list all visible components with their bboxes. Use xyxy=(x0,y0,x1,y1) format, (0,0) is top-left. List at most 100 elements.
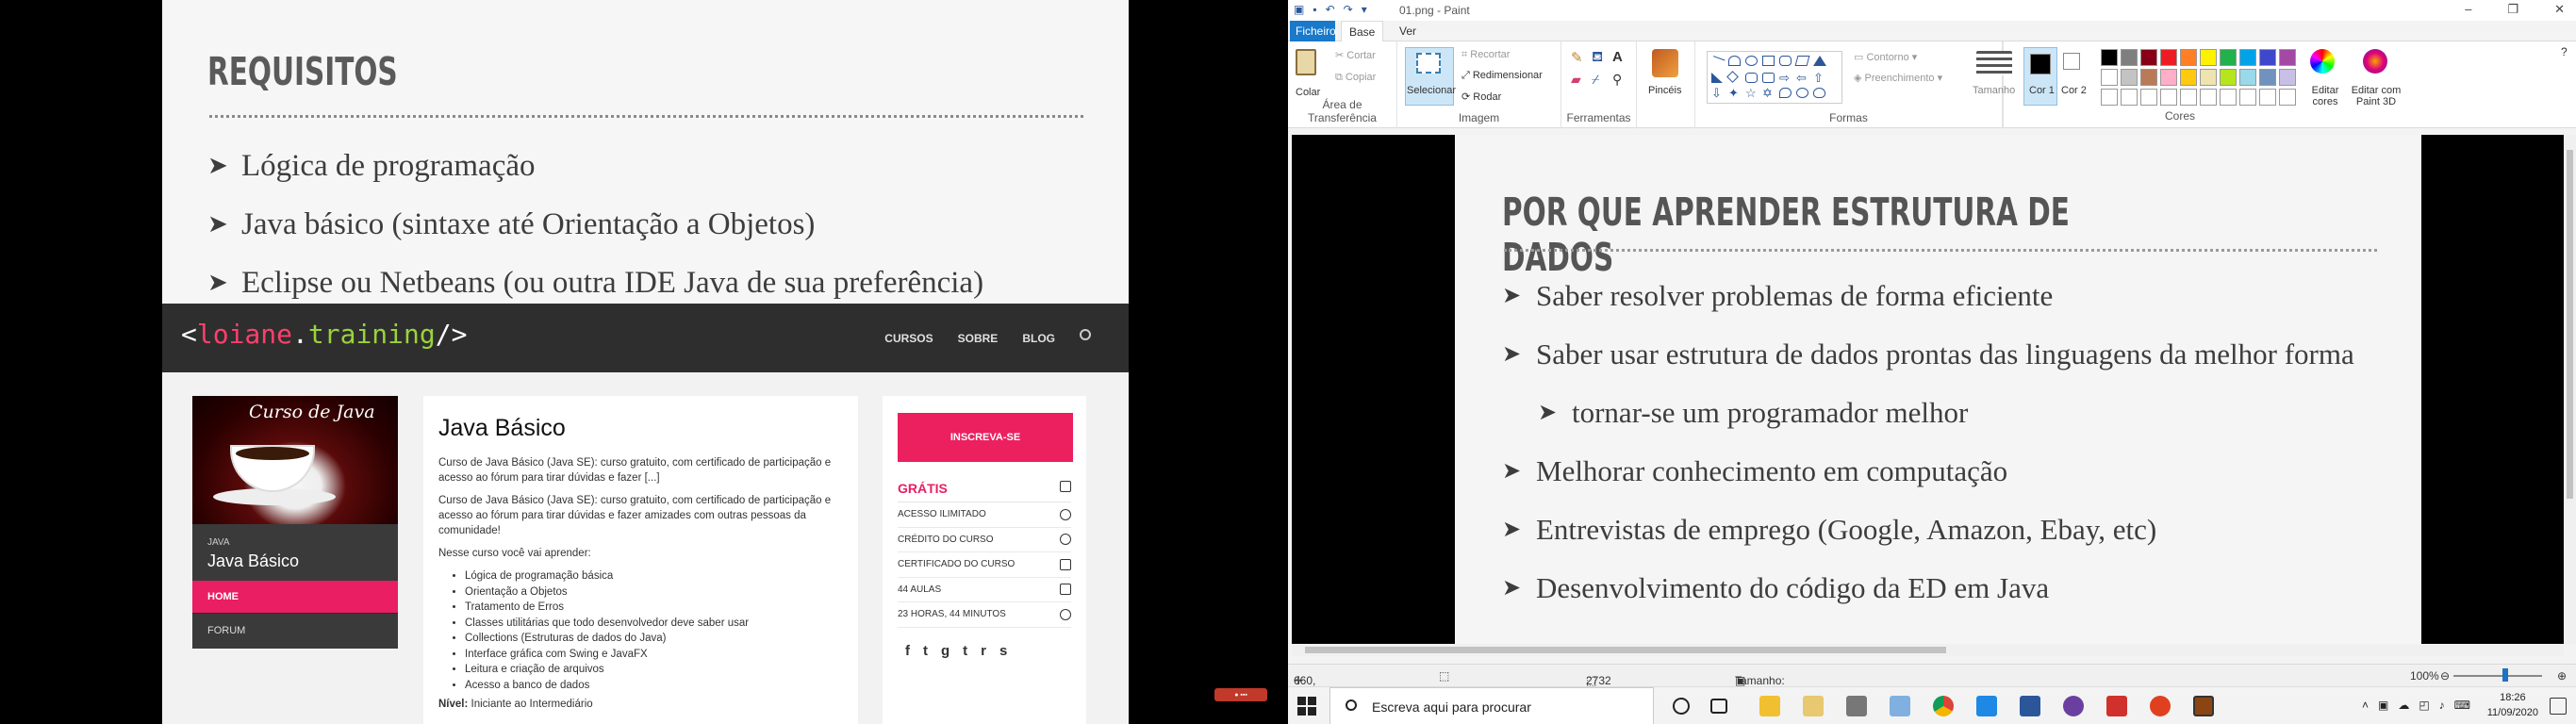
palette-swatch[interactable] xyxy=(2140,49,2157,66)
fill-button[interactable]: ◈ Preenchimento ▾ xyxy=(1854,72,1942,84)
palette-swatch[interactable] xyxy=(2239,49,2256,66)
nav-link-sobre[interactable]: SOBRE xyxy=(958,332,999,345)
nav-link-blog[interactable]: BLOG xyxy=(1022,332,1055,345)
magnifier-icon[interactable]: ⚲ xyxy=(1612,72,1622,88)
tab-view[interactable]: Ver xyxy=(1399,25,1416,38)
undo-icon[interactable]: ↶ xyxy=(1326,3,1335,16)
palette-swatch[interactable] xyxy=(2101,69,2118,86)
tray-app-icon[interactable]: ▣ xyxy=(2378,699,2388,712)
subscribe-button[interactable]: INSCREVA-SE xyxy=(898,413,1073,462)
palette-swatch[interactable] xyxy=(2101,89,2118,106)
notepad-icon[interactable] xyxy=(1803,696,1824,716)
pencil-icon[interactable]: ✎ xyxy=(1571,49,1583,66)
scroll-thumb[interactable] xyxy=(2567,150,2573,499)
tumblr-icon[interactable]: t xyxy=(963,643,967,659)
volume-icon[interactable]: ♪ xyxy=(2439,699,2445,712)
right-triangle-shape-icon[interactable] xyxy=(1711,73,1723,83)
palette-swatch[interactable] xyxy=(2279,49,2296,66)
callout-shape-icon[interactable] xyxy=(1779,88,1792,98)
palette-swatch[interactable] xyxy=(2140,89,2157,106)
site-logo[interactable]: <loiane.training/> xyxy=(181,319,467,350)
paint-taskbar-icon[interactable] xyxy=(2193,696,2214,716)
task-view-icon[interactable] xyxy=(1710,699,1727,714)
crop-button[interactable]: ⌗ Recortar xyxy=(1461,49,1510,61)
zoom-out-icon[interactable]: ⊖ xyxy=(2440,669,2450,683)
palette-swatch[interactable] xyxy=(2239,89,2256,106)
google-plus-icon[interactable]: g xyxy=(941,643,949,659)
windows-start-icon[interactable] xyxy=(1297,697,1316,716)
pentagon-shape-icon[interactable] xyxy=(1745,73,1758,83)
palette-swatch[interactable] xyxy=(2239,69,2256,86)
taskbar-clock[interactable]: 18:26 11/09/2020 xyxy=(2487,690,2538,720)
resize-button[interactable]: ⤢ Redimensionar xyxy=(1461,70,1543,82)
redo-icon[interactable]: ↷ xyxy=(1344,3,1353,16)
palette-swatch[interactable] xyxy=(2180,69,2197,86)
arrow-down-shape-icon[interactable]: ⇩ xyxy=(1711,87,1724,99)
onedrive-icon[interactable]: ☁ xyxy=(2398,699,2409,712)
arrow-right-shape-icon[interactable]: ⇨ xyxy=(1779,72,1792,84)
cortana-icon[interactable] xyxy=(1673,698,1690,715)
shapes-gallery[interactable]: ⇨ ⇦ ⇧ ⇩ ✦ ☆ ✡ xyxy=(1707,51,1842,104)
calculator-icon[interactable] xyxy=(1846,696,1867,716)
sidebar-item-forum[interactable]: FORUM xyxy=(192,613,398,645)
maximize-icon[interactable]: ❐ xyxy=(2507,2,2518,17)
drawing-canvas[interactable]: POR QUE APRENDER ESTRUTURA DE DADOS ➤ Sab… xyxy=(1292,135,2564,644)
diamond-shape-icon[interactable] xyxy=(1726,71,1739,83)
vscode-icon[interactable] xyxy=(1976,696,1997,716)
palette-swatch[interactable] xyxy=(2140,69,2157,86)
palette-swatch[interactable] xyxy=(2121,89,2138,106)
palette-swatch[interactable] xyxy=(2200,89,2217,106)
five-point-star-icon[interactable]: ☆ xyxy=(1745,87,1758,99)
cut-button[interactable]: ✂ Cortar xyxy=(1335,49,1376,61)
palette-swatch[interactable] xyxy=(2200,49,2217,66)
minimize-icon[interactable]: – xyxy=(2465,2,2471,17)
palette-swatch[interactable] xyxy=(2220,89,2237,106)
six-point-star-icon[interactable]: ✡ xyxy=(1762,87,1775,99)
rotate-button[interactable]: ⟳ Rodar xyxy=(1461,90,1501,103)
cloud-callout-shape-icon[interactable] xyxy=(1813,88,1825,98)
palette-swatch[interactable] xyxy=(2121,49,2138,66)
palette-swatch[interactable] xyxy=(2279,89,2296,106)
scroll-thumb[interactable] xyxy=(1305,647,1946,653)
reddit-icon[interactable]: r xyxy=(981,643,986,659)
recorder-icon[interactable] xyxy=(2150,696,2171,716)
sidebar-item-home[interactable]: HOME xyxy=(192,581,398,613)
snipping-tool-icon[interactable] xyxy=(1890,696,1910,716)
facebook-icon[interactable]: f xyxy=(905,643,910,659)
customize-icon[interactable]: ▾ xyxy=(1362,3,1367,16)
notifications-icon[interactable] xyxy=(2550,698,2567,715)
palette-swatch[interactable] xyxy=(2180,89,2197,106)
color-picker-icon[interactable]: ⌿ xyxy=(1592,72,1599,88)
horizontal-scrollbar[interactable] xyxy=(1292,644,2564,656)
palette-swatch[interactable] xyxy=(2180,49,2197,66)
keyboard-icon[interactable]: ⌨ xyxy=(2454,699,2470,712)
chrome-icon[interactable] xyxy=(1933,696,1954,716)
close-icon[interactable]: ✕ xyxy=(2554,2,2565,17)
paste-button[interactable]: Colar xyxy=(1296,87,1320,98)
palette-swatch[interactable] xyxy=(2101,49,2118,66)
tray-chevron-icon[interactable]: ˄ xyxy=(2362,699,2369,712)
palette-swatch[interactable] xyxy=(2160,49,2177,66)
oval-shape-icon[interactable] xyxy=(1745,56,1758,66)
help-icon[interactable]: ? xyxy=(2561,45,2568,58)
hexagon-shape-icon[interactable] xyxy=(1762,73,1775,83)
rounded-rectangle-shape-icon[interactable] xyxy=(1779,56,1792,66)
triangle-shape-icon[interactable] xyxy=(1813,56,1826,66)
outline-button[interactable]: ▭ Contorno ▾ xyxy=(1854,51,1917,63)
share-icon[interactable]: s xyxy=(999,643,1007,659)
arrow-left-shape-icon[interactable]: ⇦ xyxy=(1796,72,1808,84)
curve-shape-icon[interactable] xyxy=(1728,56,1741,66)
four-point-star-icon[interactable]: ✦ xyxy=(1728,87,1741,99)
zoom-slider-thumb[interactable] xyxy=(2502,668,2508,682)
twitter-icon[interactable]: t xyxy=(923,643,928,659)
obs-icon[interactable] xyxy=(2063,696,2084,716)
brushes-button[interactable]: Pincéis xyxy=(1648,85,1681,96)
network-icon[interactable]: ◰ xyxy=(2419,699,2429,712)
polygon-shape-icon[interactable] xyxy=(1794,56,1810,66)
oval-callout-shape-icon[interactable] xyxy=(1796,88,1808,98)
text-icon[interactable]: A xyxy=(1612,49,1623,65)
nav-link-cursos[interactable]: CURSOS xyxy=(884,332,933,345)
paint3d-button[interactable]: Editar com Paint 3D xyxy=(2350,85,2403,107)
save-icon[interactable]: ▪ xyxy=(1313,3,1316,16)
palette-swatch[interactable] xyxy=(2160,89,2177,106)
